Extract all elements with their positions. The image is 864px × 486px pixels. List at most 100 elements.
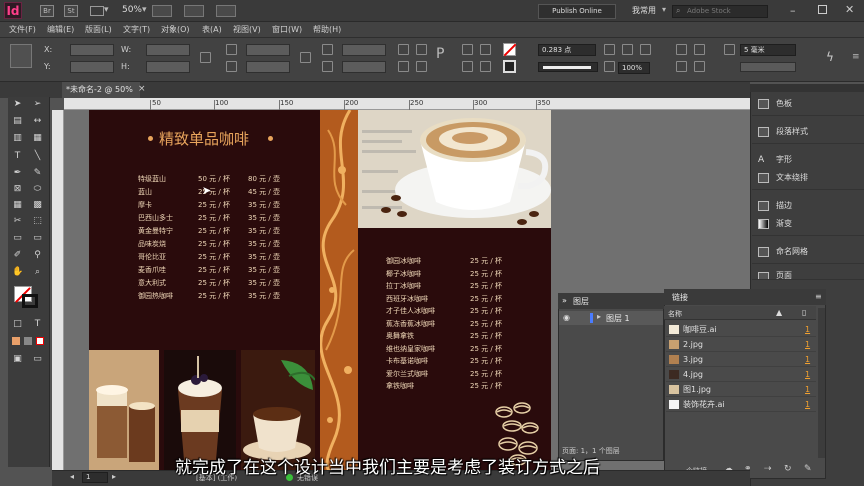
- lightning-icon[interactable]: ϟ: [826, 50, 834, 64]
- next-page-icon[interactable]: ▸: [112, 472, 116, 481]
- gradient-panel-button[interactable]: 渐变: [752, 212, 864, 236]
- gradient-tool-icon[interactable]: ▭: [12, 233, 23, 244]
- select-container-icon[interactable]: [462, 44, 473, 55]
- menu-object[interactable]: 对象(O): [161, 22, 190, 38]
- goto-link-icon[interactable]: ⇢: [764, 464, 772, 474]
- effects-icon[interactable]: [604, 61, 615, 72]
- arrange-documents-icon[interactable]: [216, 5, 236, 17]
- fill-swatch[interactable]: [503, 43, 517, 57]
- menu-help[interactable]: 帮助(H): [313, 22, 341, 38]
- width-field[interactable]: [146, 44, 190, 56]
- link-row[interactable]: 装饰花卉.ai 1: [666, 397, 816, 412]
- screen-mode-tool-icon[interactable]: ▭: [32, 354, 43, 365]
- link-page-number[interactable]: 1: [805, 352, 810, 367]
- menu-row[interactable]: 椰子冰咖啡 25 元 / 杯: [386, 268, 516, 281]
- rotate-cw-icon[interactable]: [398, 44, 409, 55]
- gradient-feather-tool-icon[interactable]: ▭: [32, 233, 43, 244]
- menu-table[interactable]: 表(A): [202, 22, 222, 38]
- menu-type[interactable]: 文字(T): [123, 22, 150, 38]
- layer-name[interactable]: 图层 1: [606, 313, 630, 324]
- menu-view[interactable]: 视图(V): [233, 22, 261, 38]
- table-tool-icon[interactable]: ▦: [12, 200, 23, 211]
- pages-panel-button[interactable]: 页面: [752, 268, 864, 280]
- menu-edit[interactable]: 编辑(E): [47, 22, 74, 38]
- workspace-chevron-icon[interactable]: ▾: [662, 5, 666, 14]
- hand-tool-icon[interactable]: ✋: [12, 267, 23, 278]
- fit-frame-icon[interactable]: [622, 44, 633, 55]
- links-scrollbar[interactable]: [818, 308, 825, 458]
- page-tool-icon[interactable]: ▤: [12, 116, 23, 127]
- prev-page-icon[interactable]: ◂: [70, 472, 74, 481]
- menu-row[interactable]: 哥伦比亚 25 元 / 杯 35 元 / 壶: [138, 251, 288, 264]
- content-collector-icon[interactable]: ▥: [12, 133, 23, 144]
- warning-column-icon[interactable]: ▲: [776, 308, 782, 317]
- maximize-icon[interactable]: [818, 5, 827, 14]
- zoom-level[interactable]: 50%: [102, 5, 142, 17]
- stroke-swatch[interactable]: [503, 60, 516, 73]
- free-transform-tool-icon[interactable]: ⬚: [32, 216, 43, 227]
- shear-field[interactable]: [342, 61, 386, 73]
- constrain-proportions-icon[interactable]: [200, 52, 211, 63]
- ellipse-tool-icon[interactable]: ⬭: [32, 184, 43, 195]
- screen-mode-icon[interactable]: [184, 5, 204, 17]
- fit-content-icon[interactable]: [640, 44, 651, 55]
- link-row[interactable]: 4.jpg 1: [666, 367, 816, 382]
- x-field[interactable]: [70, 44, 114, 56]
- cappuccino-photo[interactable]: [89, 350, 159, 470]
- link-page-number[interactable]: 1: [805, 337, 810, 352]
- menu-row[interactable]: 拿铁咖啡 25 元 / 杯: [386, 380, 516, 393]
- column-icon[interactable]: [724, 44, 735, 55]
- adobe-stock-search[interactable]: Adobe Stock: [672, 5, 768, 18]
- layers-tab-arrows-icon[interactable]: »: [562, 296, 567, 305]
- menu-row[interactable]: 品味炭烧 25 元 / 杯 35 元 / 壶: [138, 238, 288, 251]
- visibility-eye-icon[interactable]: ◉: [563, 313, 570, 322]
- stroke-weight-field[interactable]: 0.283 点: [538, 44, 596, 56]
- apply-gradient-icon[interactable]: [24, 337, 32, 345]
- height-field[interactable]: [146, 61, 190, 73]
- grid-tool-icon[interactable]: ▩: [32, 200, 43, 211]
- fitting-icon[interactable]: [604, 44, 615, 55]
- content-placer-icon[interactable]: ▦: [32, 133, 43, 144]
- menu-row[interactable]: 蕉冻香蕉冰咖啡 25 元 / 杯: [386, 318, 516, 331]
- links-panel-menu-icon[interactable]: ≡: [815, 292, 822, 301]
- menu-file[interactable]: 文件(F): [9, 22, 36, 38]
- paragraph-styles-panel-button[interactable]: 段落样式: [752, 120, 864, 144]
- scale-x-icon[interactable]: [226, 44, 237, 55]
- select-previous-icon[interactable]: [462, 61, 473, 72]
- y-field[interactable]: [70, 61, 114, 73]
- reference-point-icon[interactable]: [10, 44, 32, 68]
- paragraph-p-icon[interactable]: P: [436, 46, 444, 62]
- text-wrap-jump-icon[interactable]: [694, 61, 705, 72]
- text-wrap-shape-icon[interactable]: [676, 61, 687, 72]
- stock-button[interactable]: St: [64, 5, 78, 17]
- bridge-button[interactable]: Br: [40, 5, 54, 17]
- menu-row[interactable]: 摩卡 25 元 / 杯 35 元 / 壶: [138, 199, 288, 212]
- menu-row[interactable]: 御园热咖啡 25 元 / 杯 35 元 / 壶: [138, 290, 288, 303]
- rotate-icon[interactable]: [322, 44, 333, 55]
- view-options-icon[interactable]: [152, 5, 172, 17]
- menu-layout[interactable]: 版面(L): [85, 22, 112, 38]
- link-page-number[interactable]: 1: [805, 322, 810, 337]
- menu-row[interactable]: 维也纳皇家咖啡 25 元 / 杯: [386, 343, 516, 356]
- scale-y-icon[interactable]: [226, 61, 237, 72]
- zoom-tool-icon[interactable]: ⌕: [32, 267, 43, 278]
- menu-row[interactable]: 拉丁冰咖啡 25 元 / 杯: [386, 280, 516, 293]
- rectangle-frame-tool-icon[interactable]: ⊠: [12, 184, 23, 195]
- stroke-color-box[interactable]: [22, 294, 38, 308]
- shear-icon[interactable]: [322, 61, 333, 72]
- text-wrap-panel-button[interactable]: 文本绕排: [752, 166, 864, 190]
- opacity-field[interactable]: 100%: [618, 62, 650, 74]
- close-icon[interactable]: ✕: [845, 3, 854, 16]
- text-wrap-bbox-icon[interactable]: [694, 44, 705, 55]
- swatches-panel-button[interactable]: 色板: [752, 92, 864, 116]
- link-row[interactable]: 2.jpg 1: [666, 337, 816, 352]
- menu-row[interactable]: 西班牙冰咖啡 25 元 / 杯: [386, 293, 516, 306]
- layers-tab[interactable]: 图层: [573, 296, 589, 307]
- link-page-number[interactable]: 1: [805, 367, 810, 382]
- select-next-icon[interactable]: [480, 61, 491, 72]
- zoom-dropdown-icon[interactable]: ▾: [142, 5, 147, 15]
- text-wrap-icon[interactable]: [676, 44, 687, 55]
- menu-row[interactable]: 蓝山 25 元 / 杯 45 元 / 壶: [138, 186, 288, 199]
- rotate-ccw-icon[interactable]: [416, 44, 427, 55]
- menu-row[interactable]: 爱尔兰式咖啡 25 元 / 杯: [386, 368, 516, 381]
